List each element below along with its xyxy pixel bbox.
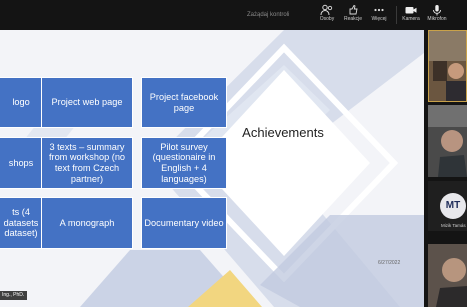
camera-label: Kamera — [402, 16, 420, 22]
participant-name: Mizik Tamás — [441, 223, 466, 228]
meeting-toolbar: Zażądaj kontroli Osoby Reakcje Więcej Ka… — [0, 0, 467, 30]
workshops-box: shops — [0, 137, 44, 189]
camera-button[interactable]: Kamera — [397, 4, 425, 28]
participant-video-tile[interactable] — [428, 30, 467, 102]
people-label: Osoby — [319, 16, 335, 22]
meeting-window: Zażądaj kontroli Osoby Reakcje Więcej Ka… — [0, 0, 467, 307]
people-button[interactable]: Osoby — [313, 4, 341, 28]
more-button[interactable]: Więcej — [365, 4, 393, 28]
more-label: Więcej — [371, 16, 387, 22]
web-page-box: Project web page — [41, 77, 133, 128]
logo-box: logo — [0, 77, 44, 128]
request-control-button[interactable]: Zażądaj kontroli — [247, 8, 289, 22]
reactions-button[interactable]: Reakcje — [339, 4, 367, 28]
participant-avatar: MT — [440, 193, 466, 219]
datasets-box: ts (4 datasets dataset) — [0, 197, 44, 249]
microphone-label: Mikrofon — [427, 16, 447, 22]
participant-video — [428, 105, 467, 177]
presenter-name-tag: Ing., PhD. — [0, 291, 28, 300]
people-icon — [320, 4, 333, 16]
reactions-icon — [349, 4, 358, 15]
camera-icon — [405, 7, 417, 14]
participant-video-tile[interactable] — [428, 244, 467, 307]
monograph-box: A monograph — [41, 197, 133, 249]
facebook-page-box: Project facebook page — [141, 77, 227, 128]
shared-slide: logo Project web page Project facebook p… — [0, 30, 424, 307]
participant-video — [429, 31, 466, 101]
reactions-label: Reakcje — [343, 16, 363, 22]
microphone-icon — [433, 5, 441, 16]
participant-video-tile[interactable] — [428, 105, 467, 177]
slide-title: Achievements — [242, 125, 324, 140]
participant-avatar-tile[interactable]: MT Mizik Tamás — [428, 181, 467, 231]
summary-texts-box: 3 texts – summary from workshop (no text… — [41, 137, 133, 189]
microphone-button[interactable]: Mikrofon — [423, 4, 451, 28]
slide-date: 6/27/2022 — [378, 260, 401, 266]
documentary-box: Documentary video — [141, 197, 227, 249]
participant-video — [428, 244, 467, 307]
more-icon — [374, 8, 384, 12]
